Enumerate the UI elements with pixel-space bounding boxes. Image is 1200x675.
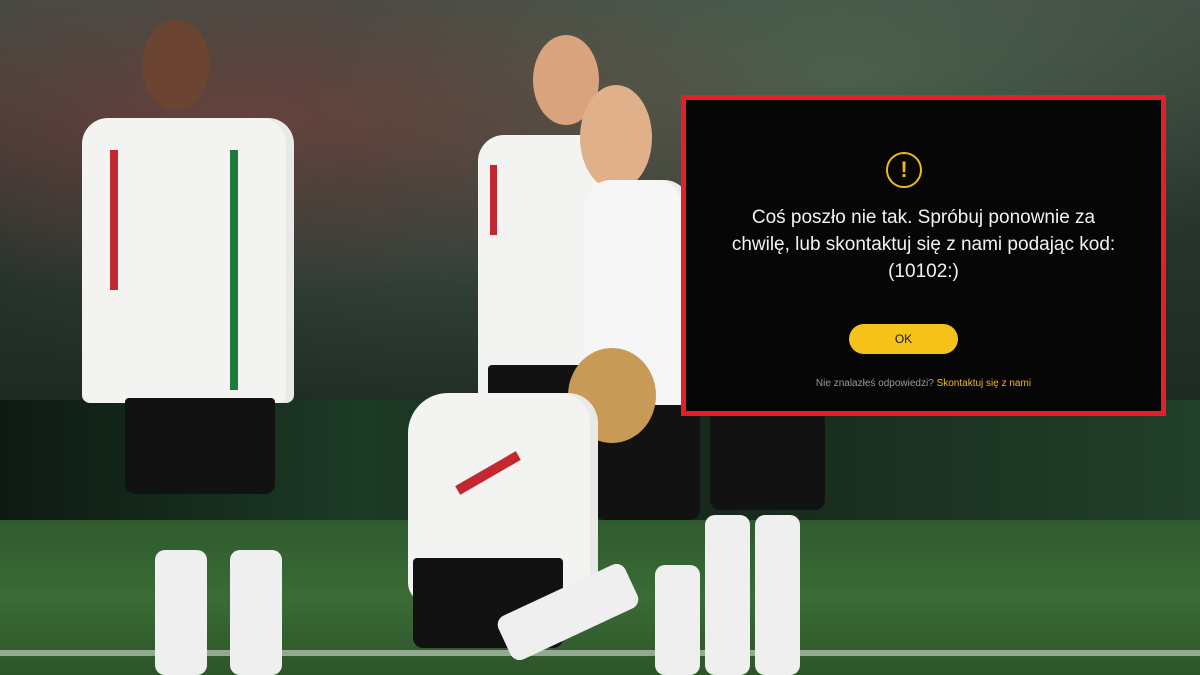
error-dialog: ! Coś poszło nie tak. Spróbuj ponownie z…: [686, 100, 1161, 411]
contact-link[interactable]: Skontaktuj się z nami: [937, 378, 1032, 389]
error-dialog-frame: ! Coś poszło nie tak. Spróbuj ponownie z…: [681, 95, 1166, 416]
dialog-footer: Nie znalazłeś odpowiedzi? Skontaktuj się…: [686, 378, 1161, 389]
player-right: [700, 410, 860, 675]
ok-button[interactable]: OK: [849, 324, 958, 354]
player-left: [70, 20, 310, 675]
footer-question: Nie znalazłeś odpowiedzi?: [815, 378, 934, 389]
warning-icon: !: [886, 152, 922, 188]
player-crouching: [408, 348, 668, 675]
error-message: Coś poszło nie tak. Spróbuj ponownie za …: [731, 207, 1116, 282]
